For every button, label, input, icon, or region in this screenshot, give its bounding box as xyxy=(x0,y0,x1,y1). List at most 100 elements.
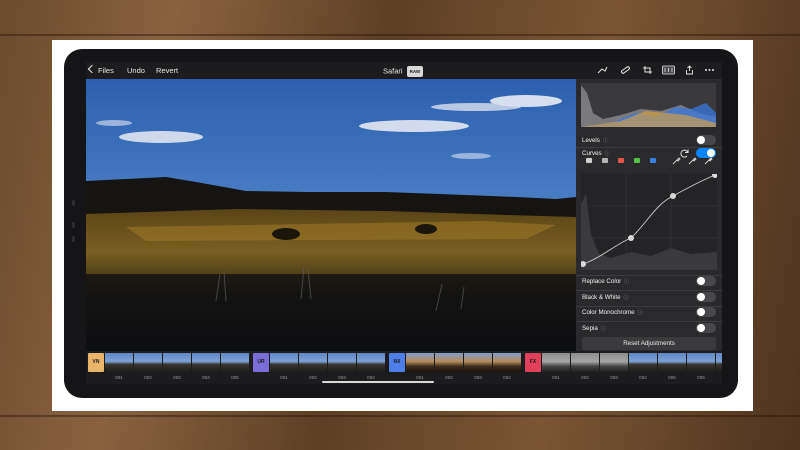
curves-header: Curves ⓘ xyxy=(582,150,610,157)
share-icon[interactable] xyxy=(684,65,695,75)
camera-dot xyxy=(72,222,75,228)
curve-point[interactable] xyxy=(628,235,634,241)
filter-thumbnail-label: 003 xyxy=(474,375,482,380)
bandage-icon[interactable] xyxy=(620,65,631,75)
adjustments-icon[interactable] xyxy=(662,65,675,75)
filter-thumbnail[interactable] xyxy=(629,353,657,372)
back-chevron-icon[interactable] xyxy=(87,64,97,74)
info-icon[interactable]: ⓘ xyxy=(603,138,608,144)
app-screen: Files Undo Revert Safari RAW Levels ⓘ Cu… xyxy=(86,62,722,384)
black-white-row: Black & White ⓘ xyxy=(582,294,629,301)
brush-icon[interactable] xyxy=(597,65,608,75)
filter-thumbnail-label: 002 xyxy=(445,375,453,380)
black-white-toggle[interactable] xyxy=(696,292,716,302)
white-point-eyedropper-icon[interactable] xyxy=(704,156,713,165)
filter-thumbnail-label: 004 xyxy=(639,375,647,380)
toggle-knob xyxy=(697,324,705,332)
info-icon[interactable]: ⓘ xyxy=(601,326,606,332)
curve-red-swatch[interactable] xyxy=(618,158,624,163)
raw-badge: RAW xyxy=(406,66,424,77)
filter-thumbnail-label: 004 xyxy=(503,375,511,380)
curve-blue-swatch[interactable] xyxy=(650,158,656,163)
filter-thumbnail-label: 007 xyxy=(716,375,722,380)
info-icon[interactable]: ⓘ xyxy=(605,151,610,157)
levels-row: Levels ⓘ xyxy=(582,137,608,144)
filter-thumbnail[interactable] xyxy=(270,353,298,372)
toggle-knob xyxy=(697,293,705,301)
filter-thumbnail-label: 002 xyxy=(581,375,589,380)
gray-point-eyedropper-icon[interactable] xyxy=(688,156,697,165)
curve-green-swatch[interactable] xyxy=(634,158,640,163)
document-title: Safari RAW xyxy=(383,66,424,77)
black-white-label: Black & White xyxy=(582,294,621,301)
filter-thumbnail[interactable] xyxy=(600,353,628,372)
sepia-toggle[interactable] xyxy=(696,323,716,333)
home-indicator[interactable] xyxy=(322,381,434,383)
photo-canvas[interactable] xyxy=(86,79,576,351)
divider xyxy=(576,321,722,322)
title-text: Safari xyxy=(383,66,403,76)
filter-thumbnail[interactable] xyxy=(571,353,599,372)
curves-editor[interactable] xyxy=(581,174,717,270)
filter-thumbnail[interactable] xyxy=(493,353,521,372)
info-icon[interactable]: ⓘ xyxy=(638,310,643,316)
toggle-knob xyxy=(697,136,705,144)
sepia-row: Sepia ⓘ xyxy=(582,325,606,332)
filter-thumbnail[interactable] xyxy=(464,353,492,372)
filter-thumbnail-label: 003 xyxy=(338,375,346,380)
filter-thumbnail-label: 005 xyxy=(231,375,239,380)
levels-toggle[interactable] xyxy=(696,135,716,145)
filter-thumbnail[interactable] xyxy=(163,353,191,372)
filter-thumbnail[interactable] xyxy=(192,353,220,372)
filter-group-badge[interactable]: FX xyxy=(525,353,541,372)
curve-point[interactable] xyxy=(670,193,676,199)
filter-thumbnail-label: 001 xyxy=(280,375,288,380)
camera-dot xyxy=(72,200,75,206)
filter-thumbnail-label: 001 xyxy=(552,375,560,380)
replace-color-row: Replace Color ⓘ xyxy=(582,278,629,285)
filter-thumbnail[interactable] xyxy=(687,353,715,372)
filter-group-badge[interactable]: VN xyxy=(88,353,104,372)
filter-thumbnail[interactable] xyxy=(134,353,162,372)
filter-thumbnail[interactable] xyxy=(435,353,463,372)
info-icon[interactable]: ⓘ xyxy=(624,279,629,285)
replace-color-toggle[interactable] xyxy=(696,276,716,286)
color-monochrome-toggle[interactable] xyxy=(696,307,716,317)
filter-thumbnail-label: 004 xyxy=(367,375,375,380)
more-icon[interactable] xyxy=(704,65,715,75)
levels-label: Levels xyxy=(582,137,600,144)
filter-thumbnail-label: 004 xyxy=(202,375,210,380)
filter-thumbnail[interactable] xyxy=(542,353,570,372)
files-button[interactable]: Files xyxy=(98,66,114,75)
crop-icon[interactable] xyxy=(642,65,653,75)
filter-thumbnail-label: 002 xyxy=(309,375,317,380)
filter-thumbnail[interactable] xyxy=(221,353,249,372)
adjustments-panel: Levels ⓘ Curves ⓘ Replace Color ⓘ Black … xyxy=(576,79,722,351)
filter-thumbnail[interactable] xyxy=(299,353,327,372)
camera-dot xyxy=(72,236,75,242)
curve-luma-swatch[interactable] xyxy=(602,158,608,163)
filter-thumbnail[interactable] xyxy=(105,353,133,372)
filter-thumbnail-label: 005 xyxy=(668,375,676,380)
filter-thumbnail-label: 001 xyxy=(416,375,424,380)
filter-thumbnail[interactable] xyxy=(716,353,722,372)
divider xyxy=(576,290,722,291)
filmstrip: VN 001 002 003 004 005 UR 001 002 003 004 NX 001 002 0… xyxy=(86,351,722,384)
undo-button[interactable]: Undo xyxy=(127,66,145,75)
curve-rgb-swatch[interactable] xyxy=(586,158,592,163)
filter-thumbnail[interactable] xyxy=(357,353,385,372)
filter-thumbnail[interactable] xyxy=(328,353,356,372)
filter-group-badge[interactable]: NX xyxy=(389,353,405,372)
reset-adjustments-button[interactable]: Reset Adjustments xyxy=(582,337,716,350)
replace-color-label: Replace Color xyxy=(582,278,622,285)
filter-thumbnail-label: 006 xyxy=(697,375,705,380)
info-icon[interactable]: ⓘ xyxy=(624,295,629,301)
toggle-knob xyxy=(697,308,705,316)
filter-thumbnail-label: 003 xyxy=(610,375,618,380)
filter-thumbnail[interactable] xyxy=(406,353,434,372)
filter-thumbnail[interactable] xyxy=(658,353,686,372)
black-point-eyedropper-icon[interactable] xyxy=(672,156,681,165)
sepia-label: Sepia xyxy=(582,325,598,332)
revert-button[interactable]: Revert xyxy=(156,66,178,75)
filter-group-badge[interactable]: UR xyxy=(253,353,269,372)
